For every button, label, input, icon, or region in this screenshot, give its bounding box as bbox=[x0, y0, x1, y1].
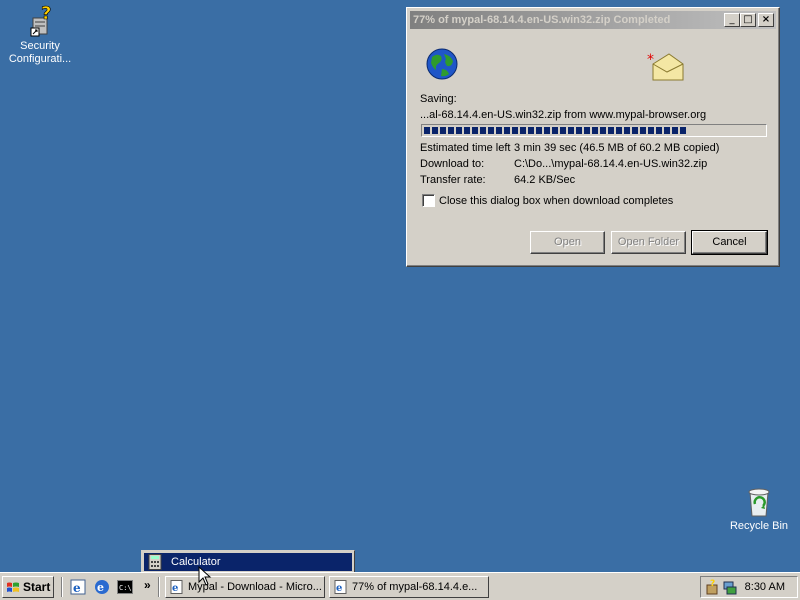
windows-logo-icon bbox=[7, 582, 19, 592]
recycle-bin-icon bbox=[748, 488, 770, 517]
menu-item-label: Calculator bbox=[171, 556, 221, 568]
time-left-label: Estimated time left bbox=[420, 142, 511, 154]
start-label: Start bbox=[23, 580, 51, 594]
close-button[interactable]: × bbox=[758, 13, 774, 27]
taskbar-separator bbox=[61, 577, 63, 597]
download-progress-bar bbox=[421, 124, 767, 137]
calculator-icon bbox=[148, 554, 162, 570]
globe-icon bbox=[426, 48, 458, 80]
folder-transfer-icon: * bbox=[647, 52, 684, 81]
time-left-value: 3 min 39 sec (46.5 MB of 60.2 MB copied) bbox=[514, 142, 720, 154]
svg-text:e: e bbox=[172, 583, 178, 594]
mouse-cursor-icon bbox=[198, 566, 212, 586]
close-when-done-label[interactable]: Close this dialog box when download comp… bbox=[439, 195, 673, 207]
progress-fill bbox=[424, 127, 686, 134]
svg-text:?: ? bbox=[710, 579, 715, 589]
transfer-rate-label: Transfer rate: bbox=[420, 174, 486, 186]
download-to-value: C:\Do...\mypal-68.14.4.en-US.win32.zip bbox=[514, 158, 708, 170]
ie-page-icon: e bbox=[334, 580, 347, 594]
open-button[interactable]: Open bbox=[530, 231, 605, 254]
dialog-title: 77% of mypal-68.14.4.en-US.win32.zip Com… bbox=[413, 14, 671, 26]
saving-file-text: ...al-68.14.4.en-US.win32.zip from www.m… bbox=[420, 109, 707, 121]
taskbar-separator bbox=[158, 577, 160, 597]
security-config-icon: ? bbox=[30, 4, 52, 37]
svg-text:*: * bbox=[647, 52, 654, 68]
task-label: 77% of mypal-68.14.4.e... bbox=[352, 581, 478, 593]
taskbar-button-mypal-download[interactable]: e Mypal - Download - Micro... bbox=[165, 576, 325, 598]
internet-explorer-icon[interactable]: e bbox=[70, 579, 86, 595]
desktop-icon-label: Recycle Bin bbox=[729, 520, 789, 532]
mypal-browser-icon[interactable]: e bbox=[94, 579, 110, 595]
close-icon: × bbox=[761, 14, 771, 25]
system-tray: ? 8:30 AM bbox=[700, 576, 798, 598]
maximize-icon: □ bbox=[743, 14, 753, 25]
svg-text:e: e bbox=[336, 583, 342, 594]
close-when-done-checkbox[interactable] bbox=[422, 194, 435, 207]
download-dialog: 77% of mypal-68.14.4.en-US.win32.zip Com… bbox=[406, 7, 780, 267]
svg-text:e: e bbox=[73, 581, 81, 595]
command-prompt-icon[interactable]: C:\ bbox=[117, 579, 133, 595]
dialog-titlebar[interactable]: 77% of mypal-68.14.4.en-US.win32.zip Com… bbox=[410, 11, 776, 29]
svg-text:?: ? bbox=[41, 4, 51, 24]
quick-launch-overflow-menu: Calculator bbox=[141, 550, 355, 574]
security-tray-icon[interactable]: ? bbox=[704, 579, 720, 595]
taskbar: Start e e C:\ » e Mypal - Download - Mic… bbox=[0, 572, 800, 600]
svg-text:C:\: C:\ bbox=[119, 584, 132, 592]
open-folder-button[interactable]: Open Folder bbox=[611, 231, 686, 254]
minimize-button[interactable]: _ bbox=[724, 13, 740, 27]
clock[interactable]: 8:30 AM bbox=[745, 581, 785, 593]
quick-launch-overflow-button[interactable]: » bbox=[144, 578, 151, 592]
svg-text:e: e bbox=[97, 581, 104, 594]
start-button[interactable]: Start bbox=[2, 576, 54, 598]
ie-page-icon: e bbox=[170, 580, 183, 594]
minimize-icon: _ bbox=[729, 14, 735, 25]
download-to-label: Download to: bbox=[420, 158, 485, 170]
saving-label: Saving: bbox=[420, 93, 457, 105]
desktop-icon-label: Security Configurati... bbox=[8, 40, 72, 65]
cancel-button[interactable]: Cancel bbox=[691, 230, 768, 255]
desktop-icon-recycle-bin[interactable]: Recycle Bin bbox=[721, 486, 797, 533]
title-buttons: _ □ × bbox=[724, 13, 774, 27]
maximize-button[interactable]: □ bbox=[740, 13, 756, 27]
transfer-rate-value: 64.2 KB/Sec bbox=[514, 174, 576, 186]
desktop-icon-security-configuration[interactable]: ? Security Configurati... bbox=[2, 4, 78, 66]
menu-item-calculator[interactable]: Calculator bbox=[144, 553, 352, 571]
taskbar-button-download-progress[interactable]: e 77% of mypal-68.14.4.e... bbox=[329, 576, 489, 598]
network-tray-icon[interactable] bbox=[722, 579, 738, 595]
